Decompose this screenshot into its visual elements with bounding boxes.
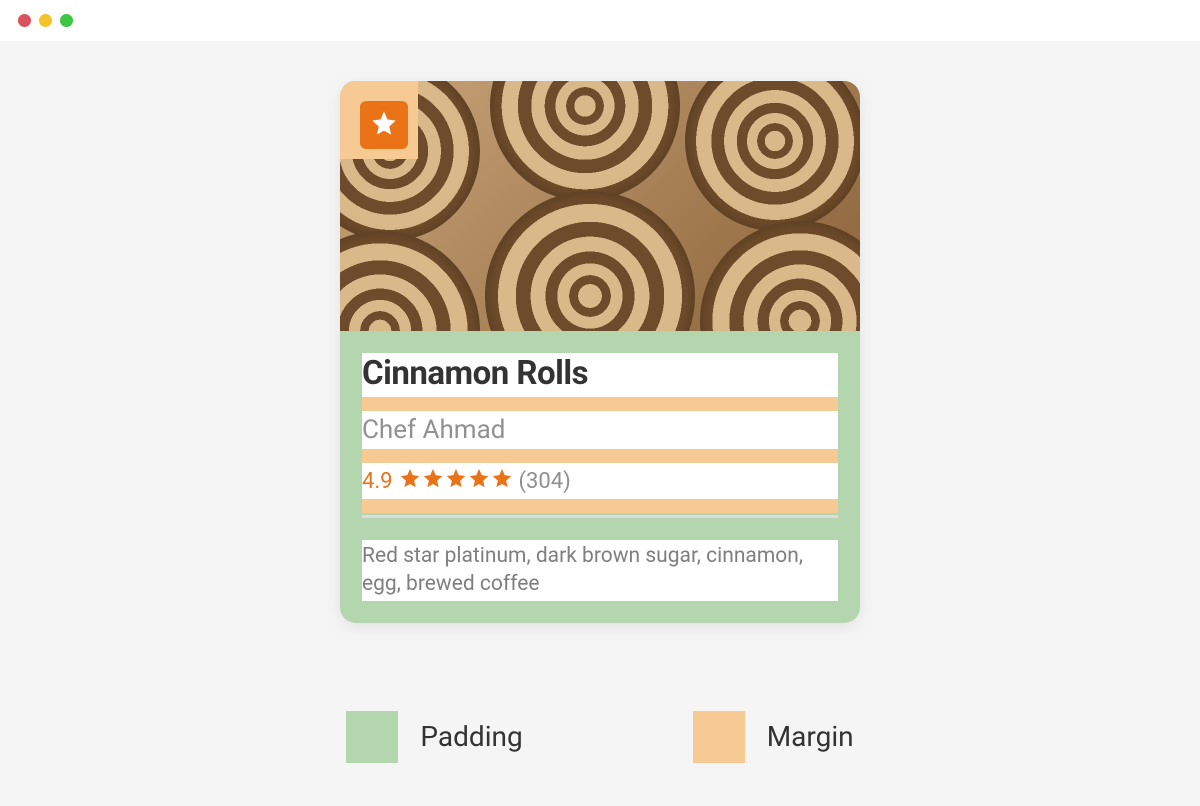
legend-item-padding: Padding	[346, 711, 522, 763]
star-icon	[468, 467, 490, 495]
star-icon	[422, 467, 444, 495]
recipe-author: Chef Ahmad	[362, 411, 838, 449]
window-controls	[0, 0, 1200, 41]
star-icon	[491, 467, 513, 495]
rating-block: 4.9 (304)	[362, 463, 838, 499]
recipe-card: Cinnamon Rolls Chef Ahmad 4.9 (3	[340, 81, 860, 623]
favorite-button[interactable]	[360, 101, 408, 149]
legend-item-margin: Margin	[693, 711, 854, 763]
ingredients-block: Red star platinum, dark brown sugar, cin…	[362, 540, 838, 601]
legend-label: Padding	[420, 720, 522, 753]
legend-label: Margin	[767, 720, 854, 753]
window-zoom-dot[interactable]	[60, 14, 73, 27]
margin-indicator	[362, 397, 838, 411]
canvas: Cinnamon Rolls Chef Ahmad 4.9 (3	[0, 41, 1200, 806]
cinnamon-swirls	[340, 81, 860, 331]
recipe-image	[340, 81, 860, 331]
padding-swatch	[346, 711, 398, 763]
favorite-corner	[340, 81, 418, 159]
legend: Padding Margin	[346, 711, 853, 763]
margin-indicator	[362, 499, 838, 513]
rating-value: 4.9	[362, 469, 393, 494]
recipe-ingredients: Red star platinum, dark brown sugar, cin…	[362, 540, 838, 601]
title-block: Cinnamon Rolls	[362, 353, 838, 397]
window-close-dot[interactable]	[18, 14, 31, 27]
margin-indicator	[362, 449, 838, 463]
padding-indicator	[362, 518, 838, 540]
star-icon	[370, 109, 398, 141]
rating-stars	[399, 467, 513, 495]
card-body: Cinnamon Rolls Chef Ahmad 4.9 (3	[340, 331, 860, 623]
star-icon	[399, 467, 421, 495]
rating-count: (304)	[519, 469, 571, 494]
star-icon	[445, 467, 467, 495]
recipe-title: Cinnamon Rolls	[362, 353, 838, 397]
author-block: Chef Ahmad	[362, 411, 838, 449]
margin-swatch	[693, 711, 745, 763]
rating-row: 4.9 (304)	[362, 463, 838, 499]
window-minimize-dot[interactable]	[39, 14, 52, 27]
